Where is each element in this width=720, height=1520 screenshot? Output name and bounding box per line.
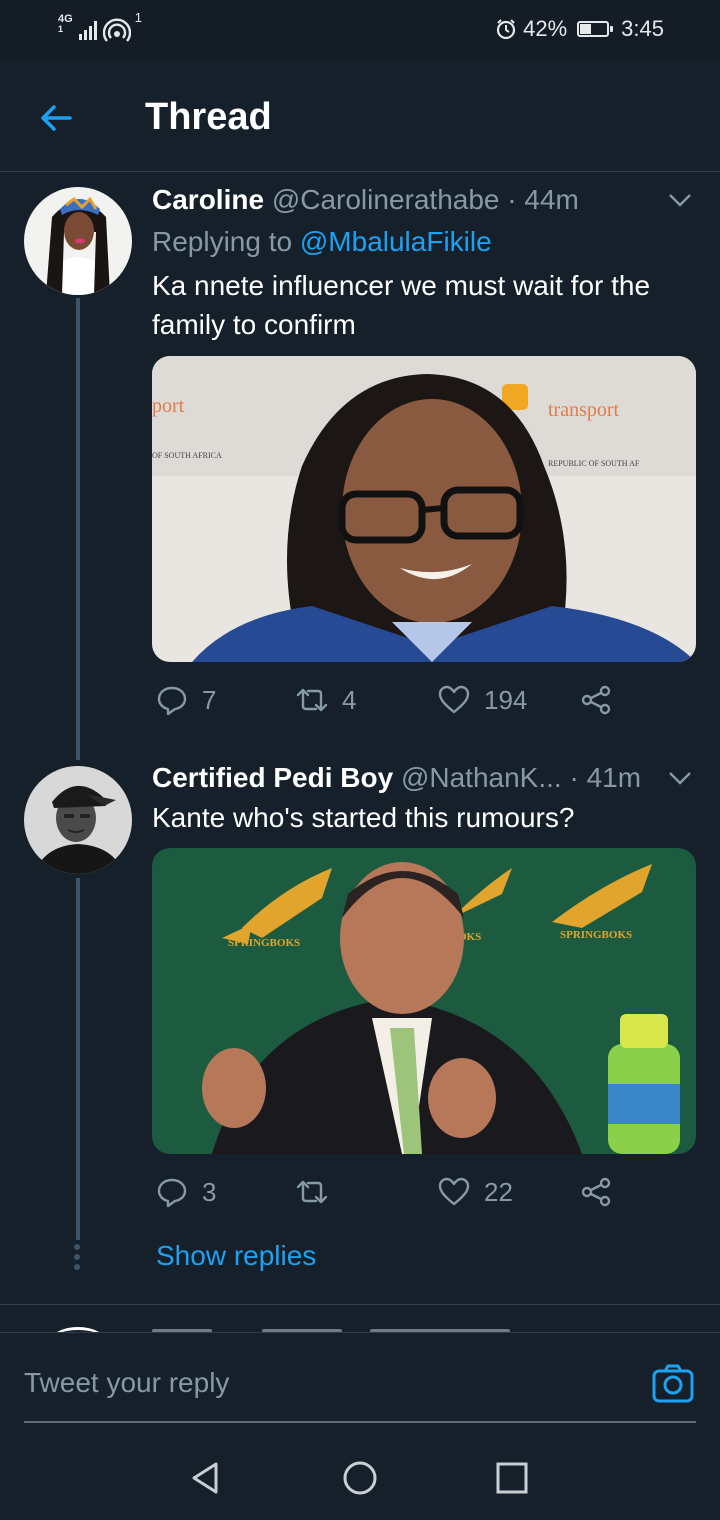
- reply-button[interactable]: 3: [156, 1176, 216, 1208]
- reply-icon: [157, 686, 187, 716]
- clock: 3:45: [621, 16, 664, 41]
- status-right: 42% 3:45: [495, 16, 664, 42]
- share-button[interactable]: [580, 684, 612, 716]
- avatar[interactable]: [24, 187, 132, 295]
- thread-header: Thread: [0, 62, 720, 172]
- network-sub: 1: [58, 24, 64, 34]
- tweet-header: Certified Pedi Boy @NathanK... · 41m: [152, 762, 672, 794]
- thread-line: [76, 298, 80, 760]
- display-name[interactable]: Certified Pedi Boy: [152, 762, 393, 793]
- avatar[interactable]: [24, 766, 132, 874]
- like-button[interactable]: 22: [438, 1176, 513, 1208]
- reply-icon: [157, 1178, 187, 1208]
- tweet-image[interactable]: port OF SOUTH AFRICA transport REPUBLIC …: [152, 356, 696, 662]
- back-arrow-icon[interactable]: [36, 98, 76, 138]
- alarm-icon: [497, 19, 516, 40]
- timestamp: · 41m: [569, 762, 642, 793]
- sign-left-text: port: [152, 395, 185, 417]
- network-indicator: 4G 1: [58, 13, 73, 35]
- sign-right-text: transport: [548, 399, 620, 421]
- system-nav-bar: [0, 1432, 720, 1520]
- tweet-text: Kante who's started this rumours?: [152, 802, 575, 833]
- replying-to: Replying to @MbalulaFikile: [152, 226, 492, 258]
- heart-icon: [438, 1177, 470, 1206]
- status-bar: 4G 1 1 42% 3:45: [0, 0, 720, 62]
- timestamp: · 44m: [507, 184, 579, 215]
- retweet-icon: [296, 1180, 328, 1204]
- tweet-header: Caroline @Carolinerathabe · 44m: [152, 184, 579, 216]
- signal-icon: [78, 20, 97, 40]
- retweet-count: 4: [342, 684, 357, 715]
- like-button[interactable]: 194: [438, 684, 527, 716]
- battery-percent: 42%: [523, 16, 568, 41]
- nav-back-icon[interactable]: [186, 1458, 226, 1498]
- wifi-hotspot-icon: [102, 18, 131, 42]
- battery-fill: [580, 24, 592, 34]
- retweet-button[interactable]: [296, 1176, 342, 1208]
- thread-line: [76, 878, 80, 1240]
- chevron-down-icon[interactable]: [668, 192, 692, 208]
- show-replies-link[interactable]: Show replies: [156, 1240, 316, 1272]
- reply-input[interactable]: Tweet your reply: [24, 1367, 229, 1399]
- springboks-text-right: SPRINGBOKS: [560, 929, 632, 941]
- tweet-text: Ka nnete influencer we must wait for the…: [152, 270, 651, 340]
- more-replies-dots: [74, 1244, 82, 1274]
- springboks-text-left: SPRINGBOKS: [228, 937, 300, 949]
- sign-left-small-text: OF SOUTH AFRICA: [152, 451, 222, 460]
- reply-composer: Tweet your reply: [0, 1332, 720, 1432]
- next-tweet-peek[interactable]: [0, 1304, 720, 1332]
- like-count: 22: [484, 1176, 513, 1207]
- replying-prefix: Replying to: [152, 226, 293, 257]
- reply-button[interactable]: 7: [156, 684, 216, 716]
- tweet-actions: 3 22: [156, 1176, 616, 1216]
- retweet-icon: [296, 688, 328, 712]
- handle[interactable]: @Carolinerathabe: [272, 184, 500, 215]
- share-icon: [581, 685, 611, 715]
- share-icon: [581, 1177, 611, 1207]
- battery-icon: [577, 21, 614, 37]
- chevron-down-icon[interactable]: [668, 770, 692, 786]
- camera-icon[interactable]: [652, 1363, 694, 1403]
- handle[interactable]: @NathanK...: [401, 762, 562, 793]
- nav-home-icon[interactable]: [340, 1458, 380, 1498]
- sign-right-small-text: REPUBLIC OF SOUTH AF: [548, 459, 640, 468]
- status-left: 4G 1 1: [58, 10, 142, 46]
- mention-link[interactable]: @MbalulaFikile: [300, 226, 492, 257]
- retweet-button[interactable]: 4: [296, 684, 356, 716]
- reply-count: 7: [202, 684, 217, 715]
- page-title: Thread: [145, 96, 272, 138]
- nav-recents-icon[interactable]: [492, 1458, 532, 1498]
- reply-count: 3: [202, 1176, 217, 1207]
- share-button[interactable]: [580, 1176, 612, 1208]
- heart-icon: [438, 685, 470, 714]
- network-type: 4G: [58, 13, 73, 25]
- like-count: 194: [484, 684, 528, 715]
- reply-input-underline: [24, 1421, 696, 1423]
- tweet-image[interactable]: SPRINGBOKS OKS SPRINGBOKS: [152, 848, 696, 1154]
- notification-count: 1: [134, 10, 142, 25]
- display-name[interactable]: Caroline: [152, 184, 264, 215]
- tweet-actions: 7 4 194: [156, 684, 616, 724]
